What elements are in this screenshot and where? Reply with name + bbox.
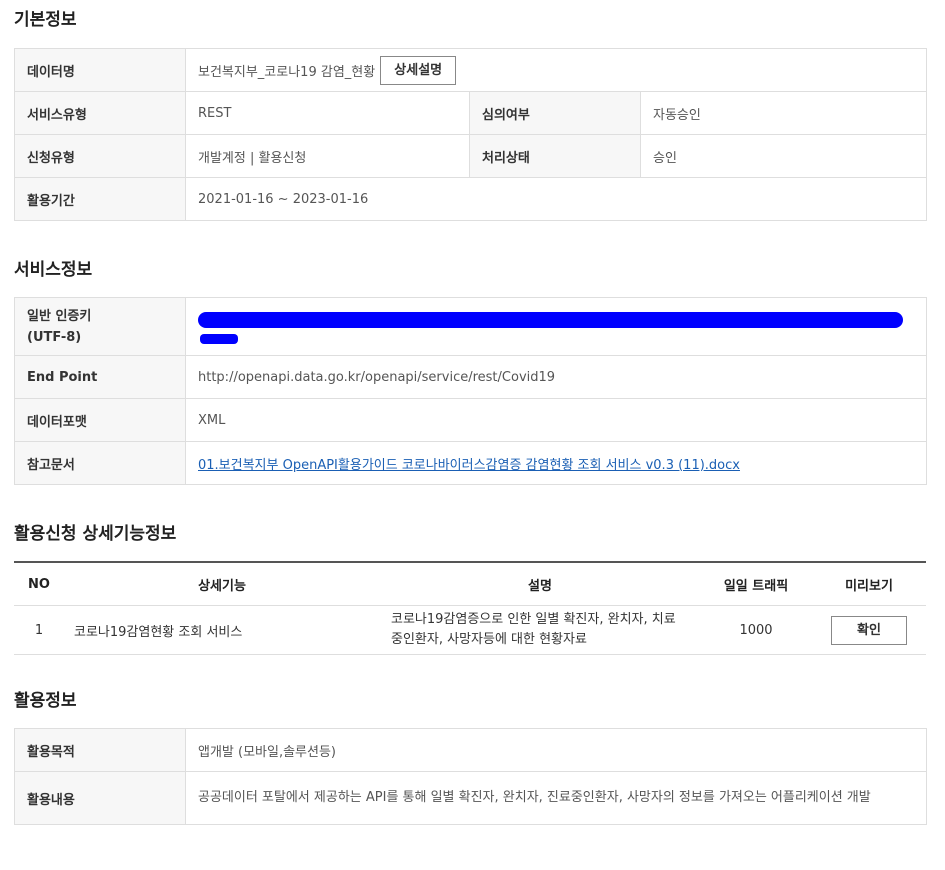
usage-purpose-label: 활용목적 [14, 728, 186, 772]
row-period: 활용기간 2021-01-16 ~ 2023-01-16 [14, 177, 928, 221]
header-detail-function: 상세기능 [64, 561, 380, 606]
row-endpoint: End Point http://openapi.data.go.kr/open… [14, 355, 927, 399]
row-auth-key: 일반 인증키 (UTF-8) [14, 297, 927, 356]
auth-key-label-line2: (UTF-8) [27, 329, 82, 345]
row-preview-cell: 확인 [812, 605, 926, 655]
process-status-label: 처리상태 [469, 134, 641, 178]
header-description: 설명 [380, 561, 700, 606]
data-format-value: XML [185, 398, 927, 442]
redaction-mark [198, 312, 903, 328]
auth-key-label: 일반 인증키 (UTF-8) [14, 297, 186, 356]
header-preview: 미리보기 [812, 561, 926, 606]
row-usage-content: 활용내용 공공데이터 포탈에서 제공하는 API를 통해 일별 확진자, 완치자… [14, 771, 927, 825]
function-table: NO 상세기능 설명 일일 트래픽 미리보기 1 코로나19감염현황 조회 서비… [14, 561, 926, 655]
detail-description-button[interactable]: 상세설명 [380, 55, 457, 85]
period-value: 2021-01-16 ~ 2023-01-16 [184, 177, 928, 221]
service-info-table: 일반 인증키 (UTF-8) End Point http://openapi.… [14, 297, 927, 485]
reference-doc-label: 참고문서 [14, 441, 186, 485]
auth-key-value [185, 297, 927, 356]
review-label: 심의여부 [469, 91, 641, 135]
preview-confirm-button[interactable]: 확인 [831, 615, 907, 645]
apply-type-value: 개발계정 | 활용신청 [185, 134, 470, 178]
auth-key-label-line1: 일반 인증키 [27, 308, 92, 324]
row-function-name: 코로나19감염현황 조회 서비스 [64, 605, 380, 655]
usage-content-label: 활용내용 [14, 771, 186, 825]
row-description: 코로나19감염증으로 인한 일별 확진자, 완치자, 치료중인환자, 사망자등에… [380, 605, 700, 655]
basic-info-title: 기본정보 [14, 10, 77, 30]
header-daily-traffic: 일일 트래픽 [700, 561, 812, 606]
usage-info-table: 활용목적 앱개발 (모바일,솔루션등) 활용내용 공공데이터 포탈에서 제공하는… [14, 728, 927, 825]
usage-content-value: 공공데이터 포탈에서 제공하는 API를 통해 일별 확진자, 완치자, 진료중… [185, 771, 927, 825]
endpoint-label: End Point [14, 355, 186, 399]
data-name-value: 보건복지부_코로나19 감염_현황 [198, 64, 376, 80]
basic-info-table: 데이터명 보건복지부_코로나19 감염_현황 상세설명 서비스유형 REST 심의… [14, 48, 928, 221]
data-name-cell: 보건복지부_코로나19 감염_현황 상세설명 [184, 48, 928, 92]
service-info-title: 서비스정보 [14, 260, 93, 280]
header-no: NO [14, 561, 64, 606]
row-service-type: 서비스유형 REST 심의여부 자동승인 [14, 91, 928, 135]
data-format-label: 데이터포맷 [14, 398, 186, 442]
data-name-label: 데이터명 [14, 48, 186, 92]
apply-type-label: 신청유형 [14, 134, 186, 178]
usage-info-title: 활용정보 [14, 691, 77, 711]
service-type-label: 서비스유형 [14, 91, 186, 135]
row-data-name: 데이터명 보건복지부_코로나19 감염_현황 상세설명 [14, 48, 928, 92]
row-usage-purpose: 활용목적 앱개발 (모바일,솔루션등) [14, 728, 927, 772]
row-data-format: 데이터포맷 XML [14, 398, 927, 442]
row-apply-type: 신청유형 개발계정 | 활용신청 처리상태 승인 [14, 134, 928, 178]
review-value: 자동승인 [639, 91, 928, 135]
table-row: 1 코로나19감염현황 조회 서비스 코로나19감염증으로 인한 일별 확진자,… [14, 605, 926, 655]
row-reference-doc: 참고문서 01.보건복지부 OpenAPI활용가이드 코로나바이러스감염증 감염… [14, 441, 927, 485]
endpoint-value: http://openapi.data.go.kr/openapi/servic… [185, 355, 927, 399]
period-label: 활용기간 [14, 177, 186, 221]
process-status-value: 승인 [639, 134, 928, 178]
row-no: 1 [14, 605, 64, 655]
function-info-title: 활용신청 상세기능정보 [14, 524, 177, 544]
usage-purpose-value: 앱개발 (모바일,솔루션등) [185, 728, 927, 772]
redaction-mark-small [200, 334, 238, 344]
function-table-header: NO 상세기능 설명 일일 트래픽 미리보기 [14, 561, 926, 606]
row-daily-traffic: 1000 [700, 605, 812, 655]
reference-doc-link[interactable]: 01.보건복지부 OpenAPI활용가이드 코로나바이러스감염증 감염현황 조회… [198, 458, 740, 473]
reference-doc-cell: 01.보건복지부 OpenAPI활용가이드 코로나바이러스감염증 감염현황 조회… [185, 441, 927, 485]
service-type-value: REST [185, 91, 470, 135]
